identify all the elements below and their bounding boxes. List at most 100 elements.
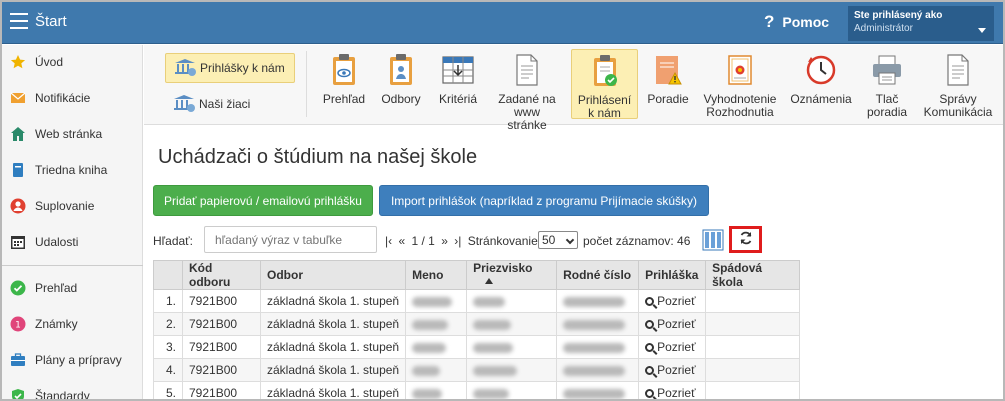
sidebar-item-standardy[interactable]: Štandardy xyxy=(2,384,143,401)
toolbar-vyhodnotenie[interactable]: Vyhodnotenie Rozhodnutia xyxy=(698,49,782,119)
sidebar-item-uvod[interactable]: Úvod xyxy=(2,50,143,74)
column-header-sorted[interactable]: Priezvisko xyxy=(466,260,558,290)
user-menu[interactable]: Ste prihlásený ako Administrátor xyxy=(848,6,994,41)
warning-doc-icon xyxy=(653,49,683,93)
column-header[interactable]: Meno xyxy=(405,260,468,290)
help-label: Pomoc xyxy=(782,14,830,30)
page-size-value: 50 xyxy=(542,233,556,247)
search-input[interactable] xyxy=(204,226,377,253)
field-code: 7921B00 xyxy=(182,312,261,336)
toolbar-spravy[interactable]: Správy Komunikácia xyxy=(920,49,996,119)
birth-number-redacted xyxy=(556,335,640,359)
toolbar-prehlad[interactable]: Prehľad xyxy=(316,49,372,119)
main-content: Uchádzači o štúdium na našej škole Prida… xyxy=(144,126,1003,399)
row-number: 4. xyxy=(153,358,183,382)
field-name: základná škola 1. stupeň xyxy=(259,358,407,382)
toolbar-divider xyxy=(306,51,307,117)
view-application-link[interactable]: Pozrieť xyxy=(638,381,707,399)
question-icon: ? xyxy=(764,12,775,31)
toolbar-zadane-www[interactable]: Zadané na www stránke xyxy=(491,49,563,132)
toolbar-prihlasky-k-nam[interactable]: Prihlášky k nám xyxy=(165,53,295,83)
next-page-button[interactable]: » xyxy=(441,234,448,248)
column-header[interactable]: Odbor xyxy=(259,260,407,290)
toolbar-prihlaseni-k-nam[interactable]: Prihlásení k nám xyxy=(571,49,638,120)
toolbar-button-label: Kritériá xyxy=(438,92,477,106)
column-header[interactable]: Prihláška xyxy=(638,260,707,290)
toolbar-left-label: Prihlášky k nám xyxy=(200,61,285,75)
clipboard-eye-icon xyxy=(329,49,359,93)
sidebar-item-web-stranka[interactable]: Web stránka xyxy=(2,122,143,146)
view-application-link[interactable]: Pozrieť xyxy=(638,312,707,336)
page-size-select[interactable]: 50 xyxy=(538,231,578,249)
sidebar-item-znamky[interactable]: 1 Známky xyxy=(2,312,143,336)
toolbar-odbory[interactable]: Odbory xyxy=(376,49,426,119)
view-application-link[interactable]: Pozrieť xyxy=(638,289,707,313)
grid-table-icon xyxy=(441,49,475,93)
help-button[interactable]: ? Pomoc xyxy=(764,12,829,32)
toolbar-button-label: Odbory xyxy=(381,92,421,106)
birth-number-redacted xyxy=(556,289,640,313)
toolbar-tlac-poradia[interactable]: Tlač poradia xyxy=(860,49,914,119)
field-name: základná škola 1. stupeň xyxy=(259,289,407,313)
svg-text:1: 1 xyxy=(15,321,21,331)
certificate-icon xyxy=(725,49,755,93)
birth-number-redacted xyxy=(556,312,640,336)
user-role: Administrátor xyxy=(854,23,913,34)
toolbar-poradie[interactable]: Poradie xyxy=(644,49,692,119)
row-number: 5. xyxy=(153,381,183,399)
app-title[interactable]: Štart xyxy=(35,13,67,30)
sidebar-item-label: Štandardy xyxy=(35,389,90,401)
field-code: 7921B00 xyxy=(182,358,261,382)
first-name-redacted xyxy=(405,289,468,313)
toolbar-button-label: Vyhodnotenie Rozhodnutia xyxy=(703,92,777,119)
last-name-redacted xyxy=(466,289,558,313)
school-icon xyxy=(174,58,196,79)
briefcase-icon xyxy=(10,352,26,368)
column-header[interactable]: Kód odboru xyxy=(182,260,261,290)
view-link-label: Pozrieť xyxy=(657,340,696,354)
toolbar-button-label: Poradie xyxy=(647,92,689,106)
prev-page-button[interactable]: « xyxy=(398,234,405,248)
import-applications-button[interactable]: Import prihlášok (napríklad z programu P… xyxy=(379,185,709,216)
birth-number-redacted xyxy=(556,381,640,399)
view-application-link[interactable]: Pozrieť xyxy=(638,335,707,359)
sidebar-item-prehlad[interactable]: Prehľad xyxy=(2,276,143,300)
sidebar-item-suplovanie[interactable]: Suplovanie xyxy=(2,194,143,218)
menu-icon[interactable] xyxy=(10,13,28,31)
last-name-redacted xyxy=(466,335,558,359)
sidebar-item-label: Suplovanie xyxy=(35,199,95,213)
sidebar-item-udalosti[interactable]: Udalosti xyxy=(2,230,143,254)
row-number: 1. xyxy=(153,289,183,313)
sidebar-item-triedna-kniha[interactable]: Triedna kniha xyxy=(2,158,143,182)
last-page-button[interactable]: ›| xyxy=(454,234,461,248)
person-icon xyxy=(10,198,26,214)
search-icon xyxy=(645,297,655,306)
sidebar-item-notifikacie[interactable]: Notifikácie xyxy=(2,86,143,110)
search-icon xyxy=(645,343,655,352)
column-header[interactable]: Spádová škola xyxy=(705,260,801,290)
refresh-button[interactable] xyxy=(729,226,762,253)
page-title: Uchádzači o štúdium na našej škole xyxy=(158,146,478,168)
clock-icon xyxy=(804,49,838,93)
columns-icon[interactable] xyxy=(702,229,724,251)
page-size-label: Stránkovanie: xyxy=(467,234,542,248)
sidebar-item-label: Udalosti xyxy=(35,235,79,249)
toolbar-kriteria[interactable]: Kritériá xyxy=(434,49,482,119)
toolbar-nasi-ziaci[interactable]: Naši žiaci xyxy=(165,89,295,119)
first-name-redacted xyxy=(405,381,468,399)
search-icon xyxy=(645,320,655,329)
first-page-button[interactable]: |‹ xyxy=(385,234,392,248)
toolbar-left-label: Naši žiaci xyxy=(199,97,251,111)
field-code: 7921B00 xyxy=(182,381,261,399)
column-header[interactable]: Rodné číslo xyxy=(556,260,640,290)
sidebar-item-label: Web stránka xyxy=(35,127,103,141)
view-application-link[interactable]: Pozrieť xyxy=(638,358,707,382)
birth-number-redacted xyxy=(556,358,640,382)
sidebar-item-plany[interactable]: Plány a prípravy xyxy=(2,348,143,372)
table-row: 2. 7921B00 základná škola 1. stupeň Pozr… xyxy=(153,312,801,336)
catchment-school xyxy=(705,289,801,313)
toolbar-oznamenia[interactable]: Oznámenia xyxy=(788,49,854,119)
star-icon xyxy=(10,54,26,70)
add-application-button[interactable]: Pridať papierovú / emailovú prihlášku xyxy=(153,185,373,216)
chevron-down-icon xyxy=(978,28,986,33)
